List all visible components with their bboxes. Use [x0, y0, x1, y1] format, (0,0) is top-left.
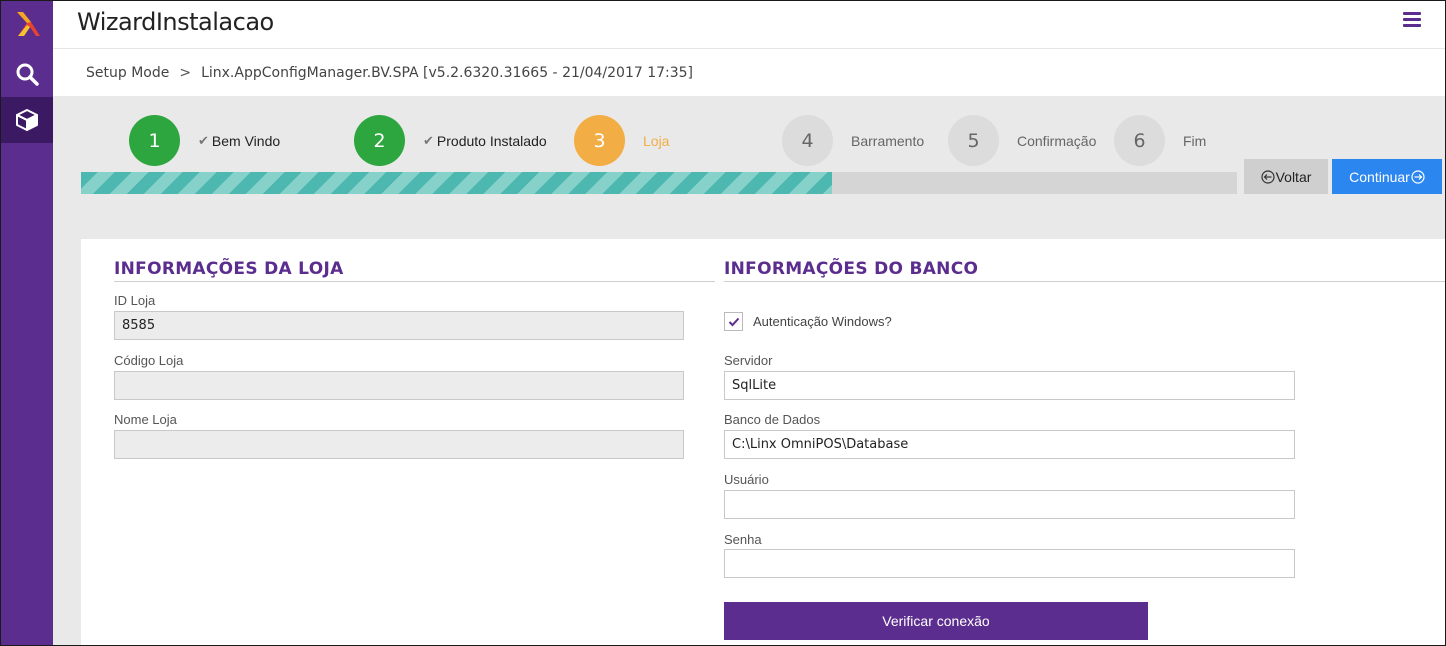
servidor-field[interactable]: SqlLite [724, 371, 1295, 400]
arrow-right-circle-icon [1411, 169, 1425, 184]
step-number: 1 [129, 115, 180, 166]
step-label-wrap: Fim [1183, 133, 1206, 149]
check-icon: ✔ [423, 132, 434, 148]
banco-section-title: INFORMAÇÕES DO BANCO [724, 259, 979, 279]
step-label: Barramento [851, 132, 925, 149]
windows-auth-label[interactable]: Autenticação Windows? [753, 314, 892, 329]
form-panel: INFORMAÇÕES DA LOJA ID Loja 8585 Código … [81, 239, 1445, 645]
wizard-area: 1 ✔ Bem Vindo 2 ✔ Produto Instalado 3 Lo… [53, 96, 1445, 645]
step-label-wrap: Confirmação [1017, 133, 1096, 149]
linx-logo-icon[interactable] [1, 1, 53, 47]
side-rail [1, 1, 53, 645]
step-number: 5 [948, 115, 999, 166]
step-label-wrap: Loja [643, 133, 669, 149]
breadcrumb-root[interactable]: Setup Mode [86, 65, 169, 81]
banco-dados-field[interactable]: C:\Linx OmniPOS\Database [724, 430, 1295, 459]
step-label: Fim [1183, 132, 1207, 149]
app-header: WizardInstalacao [53, 1, 1445, 49]
search-icon[interactable] [1, 51, 53, 97]
wizard-step-3: 3 Loja [574, 115, 669, 166]
wizard-step-5: 5 Confirmação [948, 115, 1096, 166]
continue-label: Continuar [1349, 168, 1410, 185]
app-window: WizardInstalacao Setup Mode > Linx.AppCo… [0, 0, 1446, 646]
step-label: Loja [643, 132, 670, 149]
step-number: 2 [354, 115, 405, 166]
step-label-wrap: Barramento [851, 133, 924, 149]
nome-loja-field[interactable] [114, 430, 684, 459]
step-number: 6 [1114, 115, 1165, 166]
checkmark-icon [728, 317, 739, 326]
step-label: Confirmação [1017, 132, 1097, 149]
step-label-wrap: ✔ Bem Vindo [198, 133, 280, 149]
usuario-label: Usuário [724, 472, 769, 487]
wizard-step-1: 1 ✔ Bem Vindo [129, 115, 280, 166]
breadcrumb-separator: > [179, 65, 192, 81]
loja-section-title: INFORMAÇÕES DA LOJA [114, 259, 344, 279]
check-icon: ✔ [198, 132, 209, 148]
nome-loja-label: Nome Loja [114, 412, 177, 427]
step-label-wrap: ✔ Produto Instalado [423, 133, 547, 149]
senha-label: Senha [724, 532, 762, 547]
wizard-progress-bar [81, 172, 1237, 194]
step-label: Produto Instalado [436, 132, 547, 149]
id-loja-field[interactable]: 8585 [114, 311, 684, 340]
windows-auth-row: Autenticação Windows? [724, 312, 892, 331]
hamburger-menu-icon[interactable] [1403, 12, 1421, 28]
wizard-step-2: 2 ✔ Produto Instalado [354, 115, 547, 166]
page-title: WizardInstalacao [77, 8, 274, 36]
breadcrumb: Setup Mode > Linx.AppConfigManager.BV.SP… [53, 50, 1445, 96]
senha-field[interactable] [724, 549, 1295, 578]
windows-auth-checkbox[interactable] [724, 312, 743, 331]
back-button[interactable]: Voltar [1244, 159, 1328, 194]
verify-connection-button[interactable]: Verificar conexão [724, 602, 1148, 640]
step-number: 4 [782, 115, 833, 166]
codigo-loja-field[interactable] [114, 371, 684, 400]
back-label: Voltar [1275, 168, 1312, 185]
step-number: 3 [574, 115, 625, 166]
package-icon[interactable] [1, 97, 53, 143]
progress-fill [81, 172, 833, 194]
continue-button[interactable]: Continuar [1332, 159, 1442, 194]
id-loja-label: ID Loja [114, 293, 156, 308]
loja-section-divider [114, 281, 715, 282]
arrow-left-circle-icon [1260, 169, 1275, 184]
step-label: Bem Vindo [211, 132, 281, 149]
servidor-label: Servidor [724, 353, 773, 368]
breadcrumb-current: Linx.AppConfigManager.BV.SPA [v5.2.6320.… [201, 65, 694, 81]
banco-section-divider [724, 281, 1445, 282]
wizard-step-4: 4 Barramento [782, 115, 924, 166]
usuario-field[interactable] [724, 490, 1295, 519]
banco-dados-label: Banco de Dados [724, 412, 821, 427]
codigo-loja-label: Código Loja [114, 353, 184, 368]
wizard-step-6: 6 Fim [1114, 115, 1206, 166]
